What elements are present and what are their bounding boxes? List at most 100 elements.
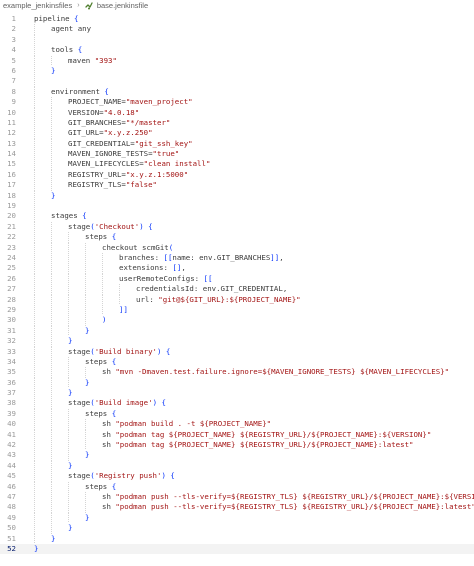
code-line[interactable]: 28 url: "git@${GIT_URL}:${PROJECT_NAME}" <box>0 294 474 305</box>
code-line[interactable]: 20 stages { <box>0 211 474 222</box>
indent-guide <box>85 419 102 430</box>
code-line[interactable]: 5 maven "393" <box>0 55 474 66</box>
code-line[interactable]: 14 MAVEN_IGNORE_TESTS="true" <box>0 149 474 160</box>
code-line[interactable]: 12 GIT_URL="x.y.z.250" <box>0 128 474 139</box>
indent-guide <box>119 284 136 295</box>
code-line[interactable]: 37} <box>0 388 474 399</box>
code-line[interactable]: 26 userRemoteConfigs: [[ <box>0 273 474 285</box>
code-token: GIT_BRANCHES= <box>68 117 126 127</box>
indent-guide <box>34 523 51 534</box>
code-line[interactable]: 36} <box>0 377 474 389</box>
indent-guide <box>34 55 51 66</box>
code-line[interactable]: 49} <box>0 512 474 524</box>
code-line[interactable]: 48 sh "podman push --tls-verify=${REGISTR… <box>0 502 474 513</box>
line-number: 48 <box>7 502 16 512</box>
code-line[interactable]: 41 sh "podman tag ${PROJECT_NAME} ${REGIS… <box>0 429 474 441</box>
code-line[interactable]: 16 REGISTRY_URL="x.y.z.1:5000" <box>0 169 474 181</box>
indent-guide <box>51 346 68 357</box>
code-line[interactable]: 6} <box>0 65 474 77</box>
code-token: GIT_CREDENTIAL= <box>68 138 135 148</box>
code-line[interactable]: 46 steps { <box>0 481 474 492</box>
code-line[interactable]: 17 REGISTRY_TLS="false" <box>0 180 474 191</box>
code-line[interactable]: 1 pipeline { <box>0 14 474 24</box>
code-line[interactable]: 24 branches: [[name: env.GIT_BRANCHES]], <box>0 252 474 264</box>
code-line[interactable]: 23 checkout scmGit( <box>0 242 474 253</box>
bracket-token: { <box>165 346 171 356</box>
code-token: stage <box>68 398 91 408</box>
code-token: stage <box>68 221 91 231</box>
line-number: 26 <box>7 273 16 283</box>
indent-guide <box>85 502 102 513</box>
indent-guide <box>51 159 68 170</box>
code-line[interactable]: 38 stage('Build image') { <box>0 398 474 409</box>
code-text: GIT_BRANCHES="*/master" <box>34 117 170 129</box>
code-token: agent any <box>51 24 92 34</box>
indent-guide <box>34 97 51 108</box>
line-number: 27 <box>7 284 16 294</box>
code-line[interactable]: 27 credentialsId: env.GIT_CREDENTIAL, <box>0 284 474 295</box>
code-text: sh "podman build . -t ${PROJECT_NAME}" <box>34 419 271 430</box>
indent-guide <box>34 356 51 368</box>
code-line[interactable]: 40 sh "podman build . -t ${PROJECT_NAME}" <box>0 419 474 430</box>
code-line[interactable]: 34 steps { <box>0 356 474 368</box>
code-line[interactable]: 3 <box>0 34 474 46</box>
line-number: 20 <box>7 211 16 221</box>
code-line[interactable]: 13 GIT_CREDENTIAL="git_ssh_key" <box>0 138 474 150</box>
code-token: GIT_URL= <box>68 128 104 138</box>
code-text: sh "podman push --tls-verify=${REGISTRY_… <box>34 491 474 503</box>
code-text: sh "mvn -Dmaven.test.failure.ignore=${MA… <box>34 367 449 378</box>
code-line[interactable]: 8 environment { <box>0 86 474 98</box>
code-line[interactable]: 4 tools { <box>0 45 474 56</box>
code-line[interactable]: 29]] <box>0 304 474 316</box>
code-line[interactable]: 25 extensions: [], <box>0 263 474 274</box>
code-token: steps <box>85 232 112 242</box>
indent-guide <box>68 377 85 389</box>
code-line[interactable]: 21 stage('Checkout') { <box>0 221 474 233</box>
indent-guide <box>51 419 68 430</box>
indent-guide <box>119 294 136 305</box>
code-line[interactable]: 32} <box>0 336 474 347</box>
code-line[interactable]: 39 steps { <box>0 408 474 420</box>
bracket-token: { <box>170 471 175 481</box>
code-line[interactable]: 22 steps { <box>0 232 474 243</box>
code-line[interactable]: 9 PROJECT_NAME="maven_project" <box>0 97 474 108</box>
code-line[interactable]: 35 sh "mvn -Dmaven.test.failure.ignore=${… <box>0 367 474 378</box>
code-line[interactable]: 7 <box>0 76 474 87</box>
indent-guide <box>34 336 51 347</box>
code-line[interactable]: 30) <box>0 315 474 326</box>
code-text: } <box>34 336 72 347</box>
code-line[interactable]: 50} <box>0 523 474 534</box>
code-line[interactable]: 43} <box>0 450 474 461</box>
breadcrumb-file[interactable]: base.jenkinsfile <box>97 0 148 12</box>
line-number: 21 <box>7 221 16 231</box>
indent-guide <box>51 377 68 389</box>
string-token: "true" <box>152 149 180 159</box>
code-line[interactable]: 10 VERSION="4.0.18" <box>0 107 474 118</box>
breadcrumb-folder[interactable]: example_jenkinsfiles <box>0 0 72 12</box>
string-token: "git_ssh_key" <box>134 138 193 148</box>
string-token: "podman push --tls-verify=${REGISTRY_TLS… <box>115 502 474 512</box>
code-line[interactable]: 15 MAVEN_LIFECYCLES="clean install" <box>0 159 474 170</box>
code-editor[interactable]: 1 pipeline {2 agent any 3 4 tools {5 maven "39… <box>0 14 474 555</box>
line-number: 7 <box>11 76 16 86</box>
line-number: 51 <box>7 533 16 543</box>
code-line[interactable]: 33 stage('Build binary') { <box>0 346 474 357</box>
code-line[interactable]: 18} <box>0 190 474 202</box>
indent-guide <box>68 252 85 264</box>
indent-guide <box>68 450 85 461</box>
code-line[interactable]: 42 sh "podman tag ${PROJECT_NAME} ${REGIS… <box>0 440 474 451</box>
code-line[interactable]: 2 agent any <box>0 24 474 35</box>
code-line[interactable]: 31} <box>0 325 474 337</box>
code-line[interactable]: 11 GIT_BRANCHES="*/master" <box>0 117 474 129</box>
code-line[interactable]: 19 <box>0 201 474 212</box>
indent-guide <box>34 491 51 503</box>
indent-guide <box>34 346 51 357</box>
bracket-token: ) <box>102 315 107 325</box>
code-line[interactable]: 52} <box>0 543 474 555</box>
code-line[interactable]: 44} <box>0 460 474 472</box>
code-line[interactable]: 51} <box>0 533 474 544</box>
indent-guide <box>51 55 68 66</box>
line-number: 40 <box>7 419 16 429</box>
code-line[interactable]: 47 sh "podman push --tls-verify=${REGISTR… <box>0 491 474 503</box>
code-line[interactable]: 45 stage('Registry push') { <box>0 471 474 482</box>
